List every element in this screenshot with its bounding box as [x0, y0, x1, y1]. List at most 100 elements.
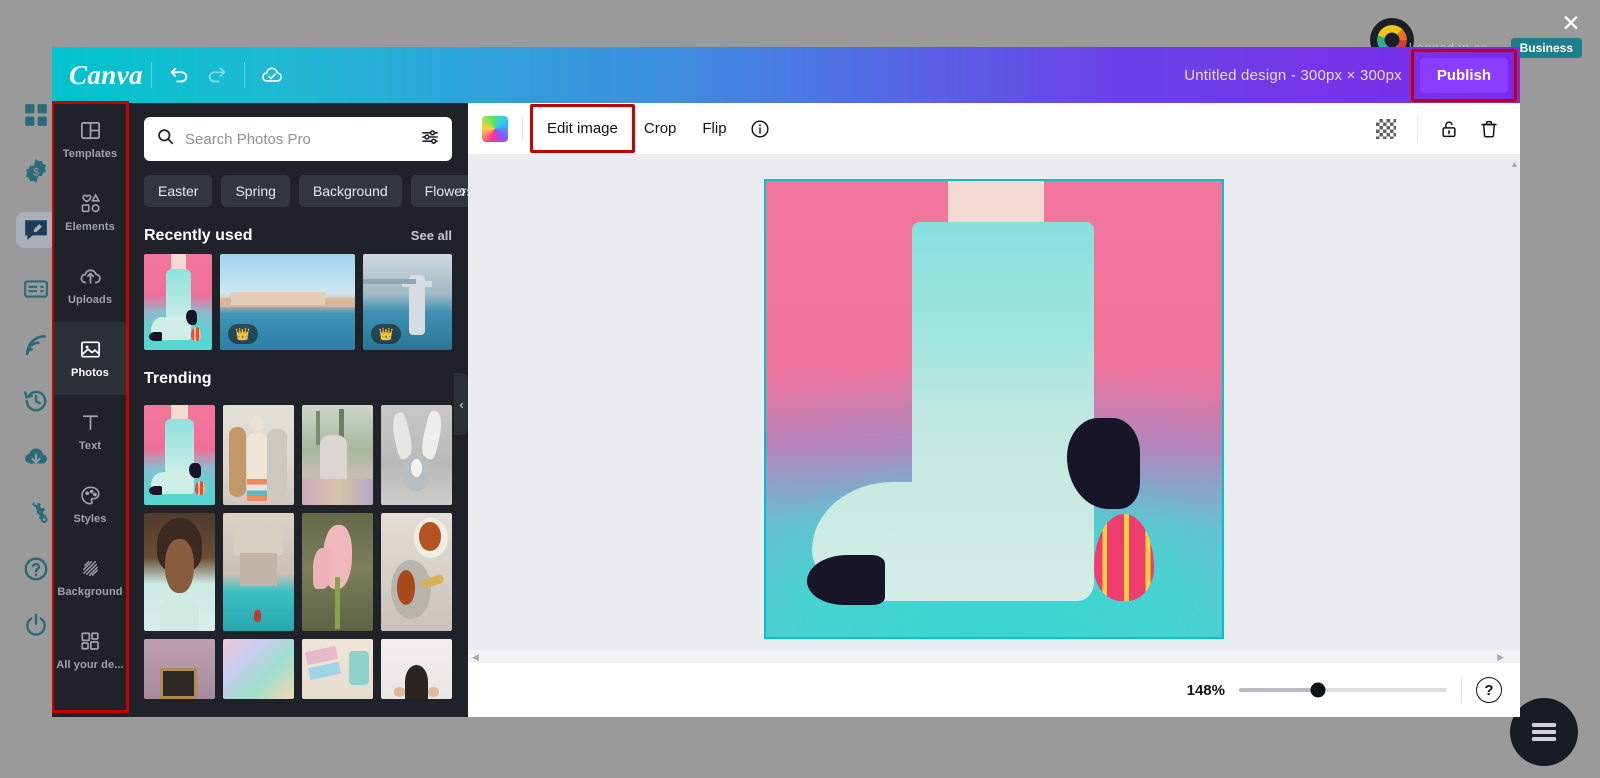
- sidebar-item-all-your-designs[interactable]: All your de...: [52, 614, 128, 687]
- search-icon: [156, 127, 175, 151]
- context-toolbar: Edit image Crop Flip: [468, 103, 1520, 155]
- list-item[interactable]: [144, 639, 215, 699]
- zoom-slider-knob[interactable]: [1310, 682, 1326, 698]
- top-bar: Canva Untitled design - 300px × 300px Pu…: [52, 47, 1520, 103]
- divider: [244, 62, 246, 88]
- list-item[interactable]: [381, 639, 452, 699]
- close-icon[interactable]: ✕: [1556, 8, 1586, 38]
- sidebar-item-label: All your de...: [56, 659, 124, 671]
- undo-icon[interactable]: [160, 56, 198, 94]
- info-icon[interactable]: [743, 112, 777, 146]
- section-title: Trending: [144, 370, 212, 387]
- canvas-horizontal-scrollbar[interactable]: ◀ ▶: [468, 650, 1520, 663]
- list-item[interactable]: [223, 513, 294, 631]
- list-item[interactable]: 👑: [219, 254, 356, 350]
- sidebar: Templates Elements Uploads Photos Text S…: [52, 101, 129, 717]
- zoom-slider[interactable]: [1239, 682, 1447, 698]
- sidebar-item-photos[interactable]: Photos: [52, 322, 128, 395]
- sidebar-item-label: Templates: [62, 148, 118, 160]
- edit-image-button[interactable]: Edit image: [530, 104, 635, 153]
- help-circle-icon[interactable]: [21, 554, 51, 584]
- divider: [522, 116, 523, 141]
- chip-background[interactable]: Background: [298, 175, 402, 207]
- search-box[interactable]: [144, 117, 452, 161]
- filter-sliders-icon[interactable]: [420, 127, 440, 152]
- status-badge: Business: [1510, 38, 1582, 58]
- coin-badge-icon[interactable]: $: [21, 156, 51, 186]
- chip-easter[interactable]: Easter: [144, 175, 213, 207]
- sidebar-item-background[interactable]: Background: [52, 541, 128, 614]
- canva-editor-window: Canva Untitled design - 300px × 300px Pu…: [52, 47, 1520, 717]
- trending-header: Trending: [128, 350, 468, 397]
- panel-collapse-handle[interactable]: ‹: [454, 373, 468, 435]
- settings-gears-icon[interactable]: [21, 498, 51, 528]
- flip-button[interactable]: Flip: [692, 112, 736, 145]
- edit-bubble-icon[interactable]: [16, 212, 56, 248]
- editor-area: Edit image Crop Flip ▲ ◀ ▶ 148% ?: [468, 103, 1520, 717]
- publish-button[interactable]: Publish: [1419, 57, 1508, 93]
- canvas-vertical-scrollbar[interactable]: ▲ ▼: [1507, 155, 1520, 663]
- annotation-box-edit-image: [530, 104, 635, 153]
- crop-button[interactable]: Crop: [634, 112, 687, 145]
- menu-icon[interactable]: [1510, 698, 1578, 766]
- redo-icon[interactable]: [198, 56, 236, 94]
- cloud-check-icon[interactable]: [253, 56, 291, 94]
- unlocked-padlock-icon[interactable]: [1432, 112, 1466, 146]
- sidebar-item-text[interactable]: Text: [52, 395, 128, 468]
- search-row: [128, 103, 468, 161]
- zoom-bar: 148% ?: [468, 663, 1520, 717]
- list-item[interactable]: [302, 405, 373, 505]
- svg-text:$: $: [33, 166, 39, 178]
- chip-spring[interactable]: Spring: [221, 175, 290, 207]
- see-all-link[interactable]: See all: [411, 228, 452, 243]
- sidebar-item-label: Photos: [71, 367, 109, 379]
- list-item[interactable]: [144, 254, 212, 350]
- pro-crown-icon: 👑: [227, 324, 258, 344]
- sidebar-item-uploads[interactable]: Uploads: [52, 249, 128, 322]
- sidebar-item-label: Styles: [73, 513, 107, 525]
- rss-icon[interactable]: [21, 330, 51, 360]
- selected-image[interactable]: [764, 179, 1224, 639]
- search-chips: Easter Spring Background Flowers ›: [128, 161, 468, 207]
- section-title: Recently used: [144, 227, 253, 244]
- trending-grid: [128, 397, 468, 699]
- transparency-checker-icon[interactable]: [1369, 112, 1403, 146]
- help-icon[interactable]: ?: [1476, 677, 1502, 703]
- list-item[interactable]: [223, 639, 294, 699]
- design-canvas[interactable]: ▲ ▼ ◀ ▶: [468, 155, 1520, 663]
- recently-used-row: 👑 👑 ›: [128, 254, 468, 350]
- history-icon[interactable]: [21, 386, 51, 416]
- grid-icon[interactable]: [21, 100, 51, 130]
- search-input[interactable]: [185, 130, 410, 148]
- list-item[interactable]: [381, 405, 452, 505]
- list-item[interactable]: [223, 405, 294, 505]
- list-item[interactable]: 👑: [363, 254, 452, 350]
- page-title[interactable]: Untitled design - 300px × 300px: [1184, 67, 1402, 84]
- sidebar-item-elements[interactable]: Elements: [52, 176, 128, 249]
- list-item[interactable]: [302, 513, 373, 631]
- divider: [151, 62, 153, 88]
- sidebar-item-label: Uploads: [67, 294, 113, 306]
- sidebar-item-label: Background: [57, 586, 123, 598]
- list-item[interactable]: [381, 513, 452, 631]
- canva-logo[interactable]: Canva: [69, 60, 143, 91]
- sidebar-item-styles[interactable]: Styles: [52, 468, 128, 541]
- editor-body: Templates Elements Uploads Photos Text S…: [52, 101, 1520, 717]
- sidebar-item-label: Elements: [65, 221, 115, 233]
- divider: [1461, 677, 1462, 703]
- chevron-right-icon[interactable]: ›: [460, 181, 466, 202]
- publish-button-wrapper: Publish: [1410, 48, 1517, 102]
- image-color-swatch[interactable]: [482, 115, 508, 142]
- easter-egg-shape: [1094, 513, 1154, 601]
- cloud-download-icon[interactable]: [21, 442, 51, 472]
- trash-icon[interactable]: [1472, 112, 1506, 146]
- list-item[interactable]: [144, 513, 215, 631]
- power-icon[interactable]: [21, 610, 51, 640]
- list-item[interactable]: [144, 405, 215, 505]
- zoom-level: 148%: [1186, 681, 1225, 699]
- list-item[interactable]: [302, 639, 373, 699]
- pro-crown-icon: 👑: [371, 324, 402, 344]
- card-icon[interactable]: [21, 274, 51, 304]
- photos-panel: Easter Spring Background Flowers › Recen…: [128, 103, 468, 717]
- sidebar-item-templates[interactable]: Templates: [52, 103, 128, 176]
